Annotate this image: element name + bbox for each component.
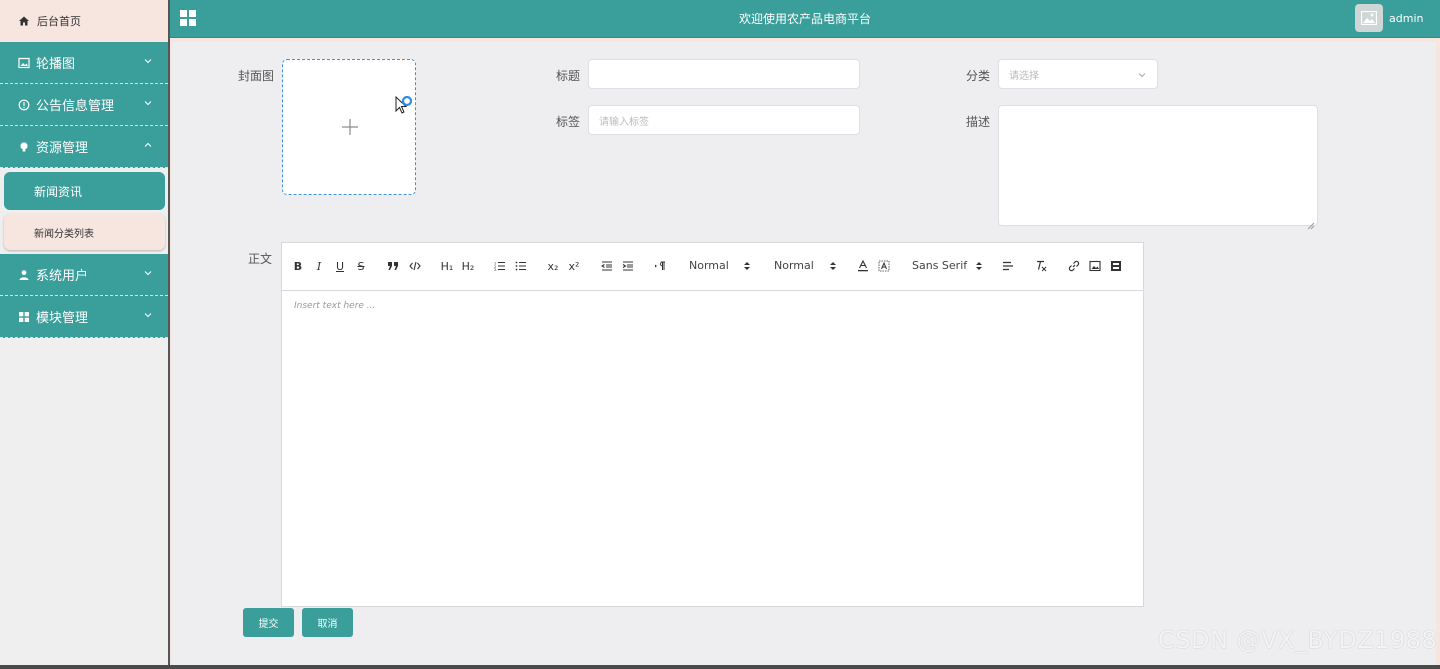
avatar[interactable] [1355,4,1383,32]
plus-icon [341,118,359,136]
bullet-list-icon[interactable] [514,258,528,274]
sidebar: 后台首页 轮播图 公告信息管理 资源管理 新闻资讯 新闻分类列表 系统用户 模块… [0,0,168,669]
size-picker[interactable]: Normal [689,259,729,275]
blockquote-icon[interactable] [386,258,400,274]
watermark: CSDN @VX_BYDZ1988 [1158,626,1438,654]
sidebar-subitem-label: 新闻分类列表 [34,228,94,240]
chevron-down-icon [142,97,154,109]
superscript-button[interactable]: x² [567,258,581,274]
sidebar-subitem-label: 新闻资讯 [34,184,83,199]
submit-button[interactable]: 提交 [243,608,294,637]
user-icon [18,269,30,281]
sidebar-item-carousel[interactable]: 轮播图 [0,42,168,84]
sidebar-subitem-news-categories[interactable]: 新闻分类列表 [4,214,165,250]
description-label: 描述 [965,115,990,129]
chevron-down-icon [1137,70,1147,80]
resize-handle-icon[interactable] [1307,215,1315,230]
app-root: 后台首页 轮播图 公告信息管理 资源管理 新闻资讯 新闻分类列表 系统用户 模块… [0,0,1440,669]
username[interactable]: admin [1389,12,1423,25]
page-title: 欢迎使用农产品电商平台 [738,12,871,26]
updown-arrow-icon [974,258,984,274]
sidebar-divider [168,0,170,669]
content-label: 正文 [247,252,272,266]
main-content: 封面图 标题 标签 请输入标签 分类 请选择 描述 正文 B I U S H₁ … [172,42,1436,665]
indent-icon[interactable] [621,258,635,274]
h2-button[interactable]: H₂ [460,258,476,274]
header-picker[interactable]: Normal [774,259,814,275]
sidebar-item-label: 公告信息管理 [36,99,115,114]
outdent-icon[interactable] [600,258,614,274]
background-color-icon[interactable] [877,258,891,274]
ordered-list-icon[interactable]: 123 [493,258,507,274]
title-input[interactable] [588,59,860,89]
sidebar-item-resources[interactable]: 资源管理 [0,126,168,168]
h1-button[interactable]: H₁ [439,258,455,274]
sidebar-subitem-news[interactable]: 新闻资讯 [4,172,165,210]
description-textarea[interactable] [998,105,1318,230]
sidebar-item-label: 模块管理 [36,311,89,326]
title-label: 标题 [555,69,580,83]
image-icon [18,57,30,69]
clear-format-icon[interactable] [1034,258,1048,274]
editor-placeholder[interactable]: Insert text here ... [294,301,375,311]
top-bar: 欢迎使用农产品电商平台 admin [170,0,1440,38]
chevron-down-icon [142,309,154,321]
mouse-cursor-icon [395,95,413,118]
header-picker-label: Normal [774,259,814,272]
cover-upload[interactable] [282,59,416,195]
updown-arrow-icon [828,258,838,274]
strike-button[interactable]: S [355,258,367,274]
sidebar-item-label: 资源管理 [36,141,89,156]
sidebar-item-users[interactable]: 系统用户 [0,254,168,296]
underline-button[interactable]: U [334,258,346,274]
italic-button[interactable]: I [313,258,325,274]
bulb-icon [18,141,30,153]
sidebar-item-label: 轮播图 [36,57,76,72]
svg-text:3: 3 [494,268,496,271]
category-label: 分类 [965,69,990,83]
info-icon [18,99,30,111]
editor-toolbar: B I U S H₁ H₂ 123 x₂ x² Normal Normal Sa… [282,243,1143,291]
video-icon[interactable] [1109,258,1123,274]
sidebar-item-label: 后台首页 [37,15,81,28]
rich-text-editor: B I U S H₁ H₂ 123 x₂ x² Normal Normal Sa… [281,242,1144,607]
text-color-icon[interactable] [856,258,870,274]
link-icon[interactable] [1067,258,1081,274]
font-picker[interactable]: Sans Serif [912,259,967,275]
home-icon [18,15,30,27]
sidebar-item-modules[interactable]: 模块管理 [0,296,168,338]
sidebar-item-home[interactable]: 后台首页 [0,0,168,42]
chevron-down-icon [142,267,154,279]
category-select[interactable]: 请选择 [998,59,1158,89]
sidebar-item-label: 系统用户 [36,269,89,284]
code-block-icon[interactable] [408,258,422,274]
cover-label: 封面图 [237,69,274,83]
chevron-up-icon [142,139,154,151]
category-placeholder: 请选择 [1009,70,1039,82]
sidebar-item-notices[interactable]: 公告信息管理 [0,84,168,126]
font-picker-label: Sans Serif [912,259,968,272]
bold-button[interactable]: B [292,258,304,274]
taskbar-edge [0,665,1440,669]
cancel-button[interactable]: 取消 [302,608,353,637]
grid-icon [18,311,30,323]
text-direction-icon[interactable] [653,258,667,274]
image-placeholder-icon [1361,11,1377,25]
image-icon[interactable] [1088,258,1102,274]
size-picker-label: Normal [689,259,729,272]
tags-input[interactable]: 请输入标签 [588,105,860,135]
tags-label: 标签 [555,115,580,129]
align-icon[interactable] [1001,258,1015,274]
updown-arrow-icon [742,258,752,274]
subscript-button[interactable]: x₂ [546,258,560,274]
chevron-down-icon [142,55,154,67]
